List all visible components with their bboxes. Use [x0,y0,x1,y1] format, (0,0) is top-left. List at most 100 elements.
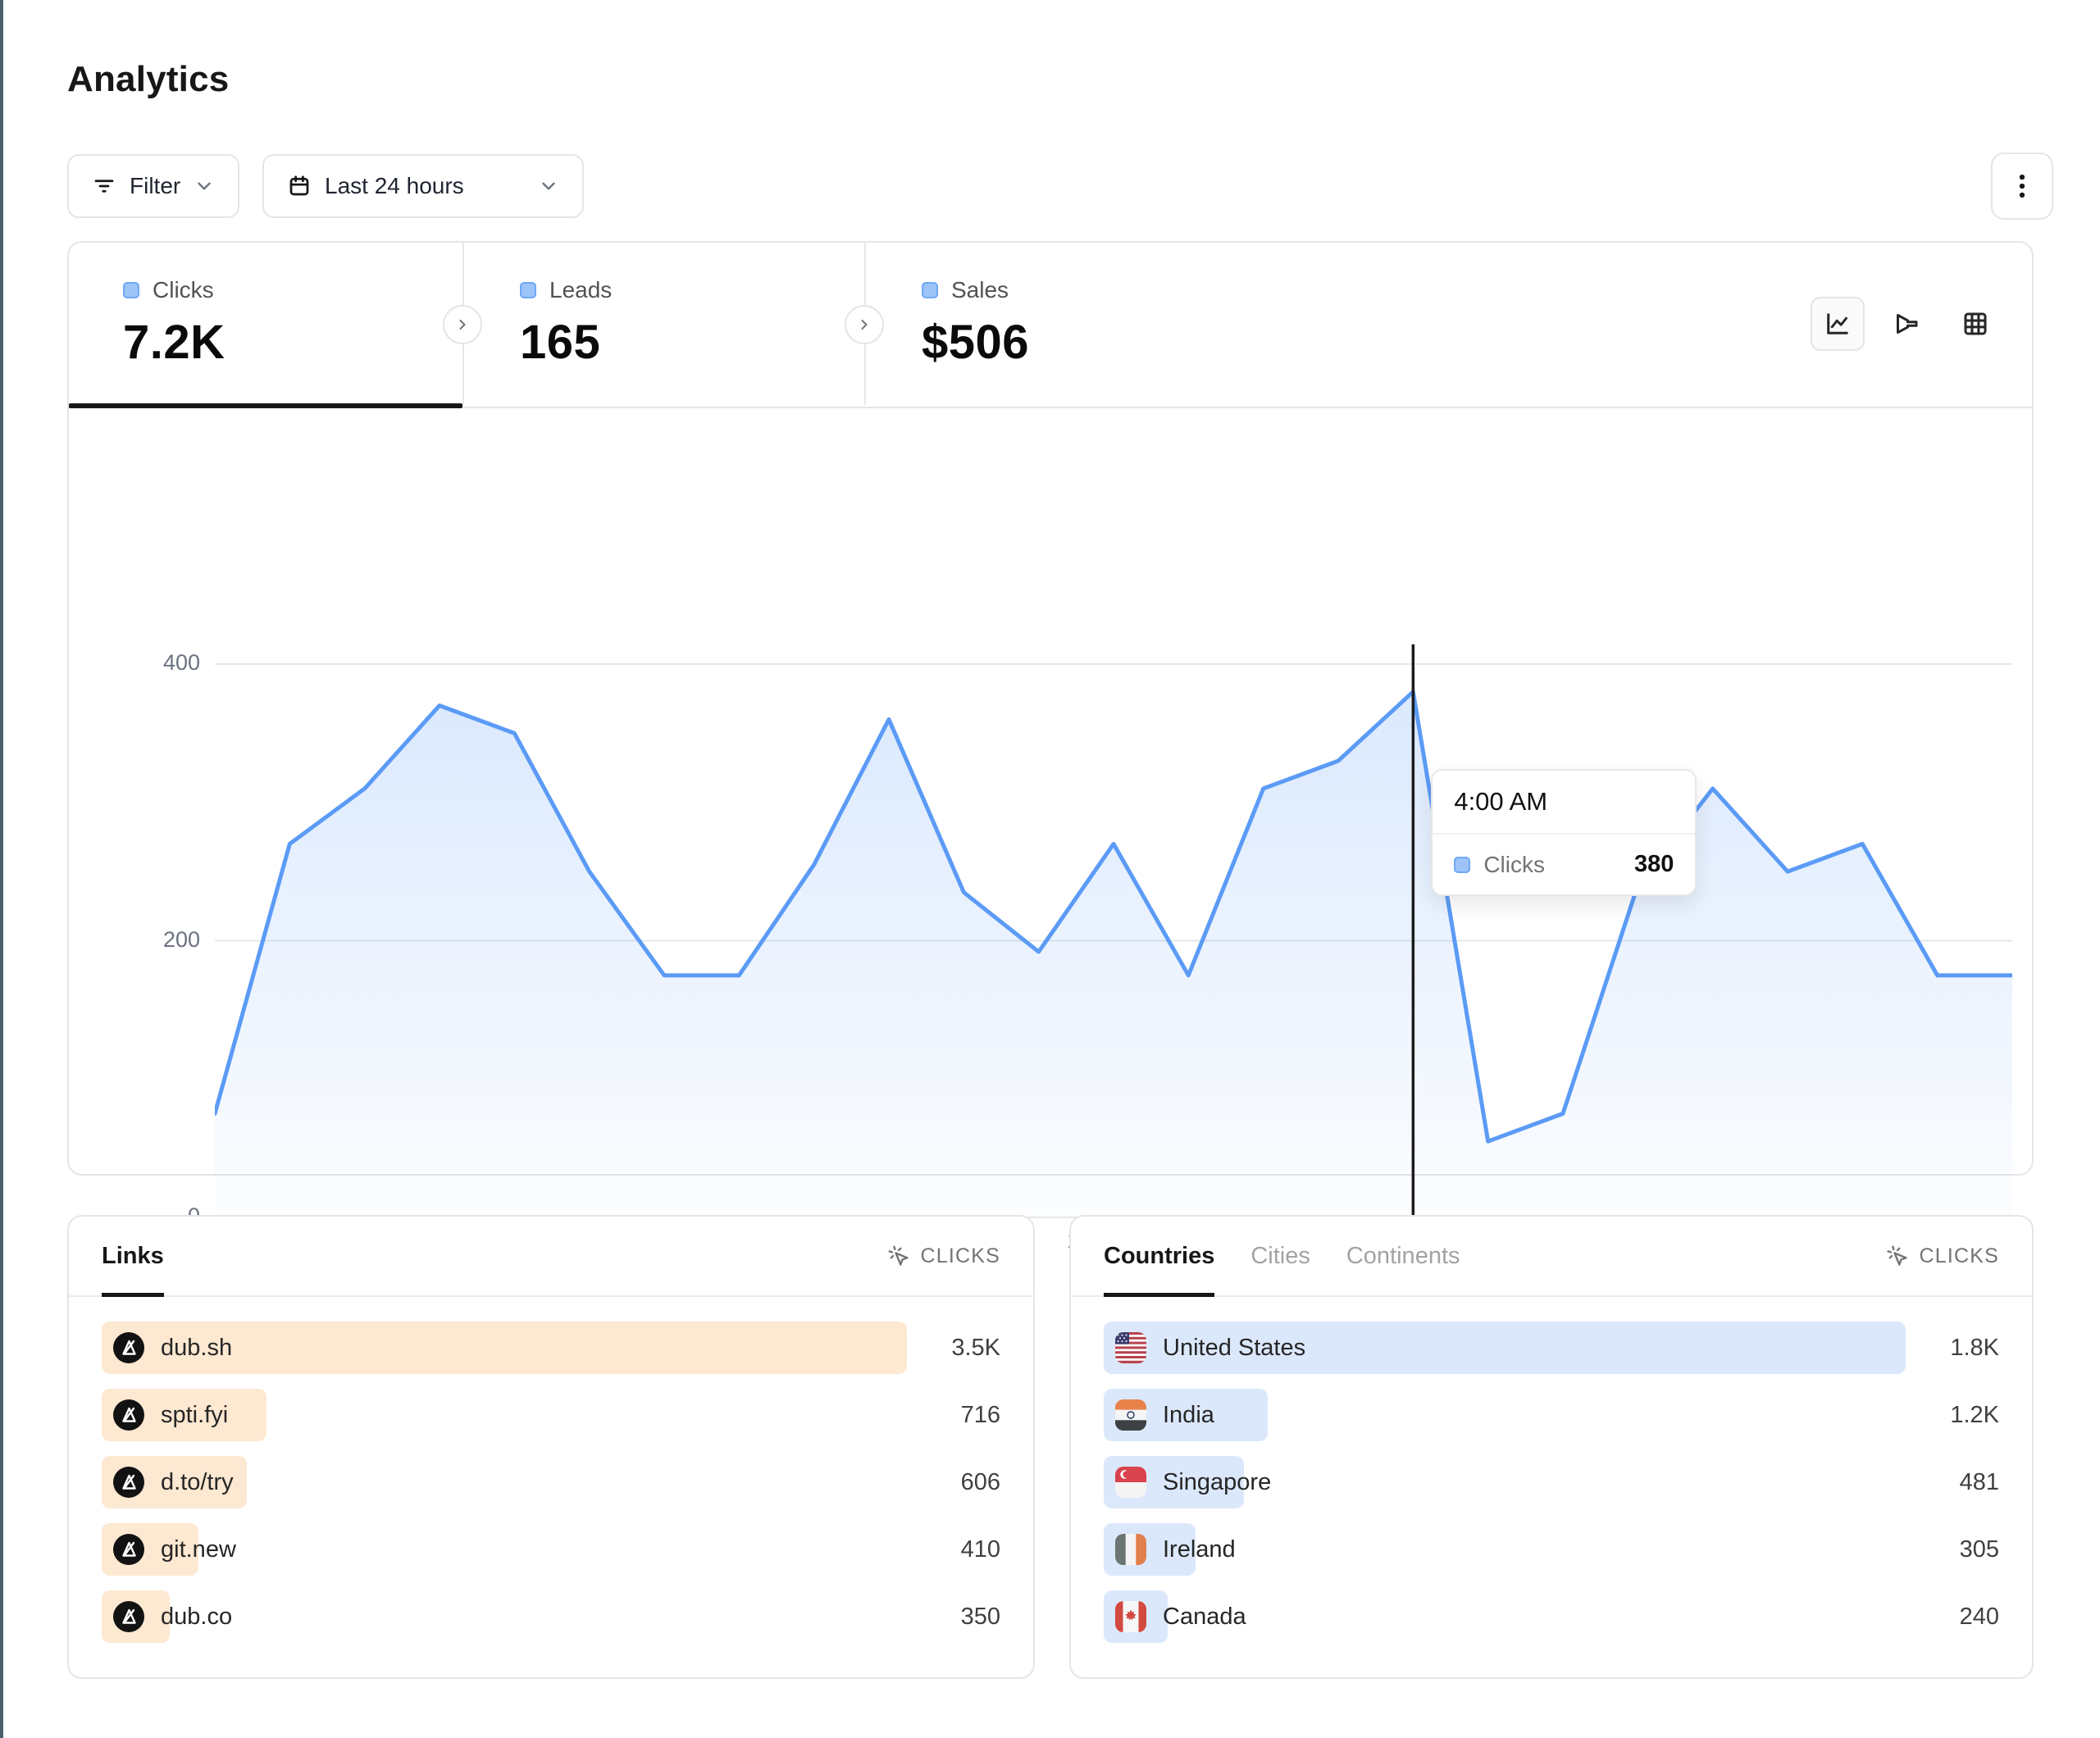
list-item-canada[interactable]: Canada 240 [1104,1590,1999,1643]
links-panel: Links CLICKS dub.sh 3.5K spti.fyi 716 [67,1215,1035,1679]
date-range-button[interactable]: Last 24 hours [262,154,584,218]
expand-leads-chevron[interactable] [845,305,884,344]
tooltip-time: 4:00 AM [1433,771,1695,835]
stat-tab-sales[interactable]: Sales $506 [864,243,1266,407]
flag-united-states [1115,1332,1146,1363]
page-title: Analytics [67,59,229,100]
chevron-down-icon [194,175,215,197]
list-item-git-new[interactable]: git.new 410 [102,1523,1000,1576]
row-label: git.new [161,1536,236,1563]
row-label: Singapore [1163,1469,1271,1496]
countries-tab-countries[interactable]: Countries [1104,1217,1214,1295]
y-axis-label: 200 [85,927,200,953]
row-value: 716 [928,1402,1000,1429]
dub-favicon [113,1601,144,1632]
filter-label: Filter [130,173,180,199]
filter-button[interactable]: Filter [67,154,239,218]
stat-label: Clicks [153,277,214,303]
row-value: 240 [1927,1604,1999,1631]
links-panel-tabs: Links [102,1217,164,1295]
bar-zone: Canada [1104,1590,1906,1643]
dub-favicon [113,1399,144,1431]
countries-rows: United States 1.8K India 1.2K Singapore … [1071,1297,2032,1643]
series-marker [922,282,938,298]
tooltip-value: 380 [1634,851,1674,878]
stat-tabs: Clicks 7.2K Leads 165 Sales $506 [69,243,2032,407]
bar-zone: d.to/try [102,1456,907,1508]
funnel-view-icon [1892,309,1921,339]
row-value: 410 [928,1536,1000,1563]
calendar-icon [287,174,312,198]
bar-zone: India [1104,1389,1906,1441]
bar-zone: United States [1104,1322,1906,1374]
list-item-singapore[interactable]: Singapore 481 [1104,1456,1999,1508]
stat-tabs-row: Clicks 7.2K Leads 165 Sales $506 [69,243,2032,408]
row-label: Ireland [1163,1536,1236,1563]
chart-view-toggles [1811,297,2002,351]
stat-tab-clicks[interactable]: Clicks 7.2K [69,243,462,407]
links-rows: dub.sh 3.5K spti.fyi 716 d.to/try 606 gi… [69,1297,1033,1643]
row-label: United States [1163,1335,1305,1362]
bar-zone: dub.sh [102,1322,907,1374]
countries-metric-label: CLICKS [1919,1244,1999,1268]
row-value: 305 [1927,1536,1999,1563]
chevron-down-icon [538,175,559,197]
stat-value: 165 [520,315,864,370]
clicks-area-chart[interactable] [215,630,2012,1230]
bar-zone: spti.fyi [102,1389,907,1441]
row-label: dub.co [161,1604,232,1631]
countries-metric[interactable]: CLICKS [1886,1244,1999,1268]
list-item-dub-sh[interactable]: dub.sh 3.5K [102,1322,1000,1374]
countries-tab-cities[interactable]: Cities [1250,1217,1310,1295]
list-item-united-states[interactable]: United States 1.8K [1104,1322,1999,1374]
dub-favicon [113,1534,144,1565]
row-label: Canada [1163,1604,1246,1631]
filter-icon [92,174,116,198]
cursor-click-icon [1886,1244,1909,1267]
flag-canada [1115,1601,1146,1632]
row-label: India [1163,1402,1214,1429]
analytics-page: Analytics Filter Last 24 hours Clicks 7.… [0,0,2100,1738]
links-metric-label: CLICKS [920,1244,1000,1268]
flag-ireland [1115,1534,1146,1565]
row-label: d.to/try [161,1469,234,1496]
countries-tab-continents[interactable]: Continents [1346,1217,1460,1295]
links-tab-links[interactable]: Links [102,1217,164,1295]
table-view-button[interactable] [1948,297,2002,351]
stat-value: 7.2K [123,315,462,370]
list-item-india[interactable]: India 1.2K [1104,1389,1999,1441]
cursor-click-icon [887,1244,910,1267]
row-value: 1.2K [1927,1402,1999,1429]
row-label: spti.fyi [161,1402,228,1429]
series-marker [1454,857,1470,873]
row-value: 3.5K [928,1335,1000,1362]
stat-label: Leads [549,277,612,303]
list-item-dub-co[interactable]: dub.co 350 [102,1590,1000,1643]
chart-tooltip: 4:00 AM Clicks 380 [1431,769,1697,896]
bar-zone: dub.co [102,1590,907,1643]
left-accent-border [0,0,3,1738]
flag-india [1115,1399,1146,1431]
bar-zone: git.new [102,1523,907,1576]
bar-zone: Ireland [1104,1523,1906,1576]
tooltip-series-label: Clicks [1483,852,1545,878]
stat-label: Sales [951,277,1009,303]
list-item-spti-fyi[interactable]: spti.fyi 716 [102,1389,1000,1441]
analytics-card: Clicks 7.2K Leads 165 Sales $506 4002000… [67,241,2034,1176]
countries-panel: Countries Cities Continents CLICKS United … [1069,1215,2034,1679]
dub-favicon [113,1332,144,1363]
series-marker [520,282,536,298]
stat-tab-leads[interactable]: Leads 165 [462,243,864,407]
funnel-view-button[interactable] [1879,297,1934,351]
list-item-d-to-try[interactable]: d.to/try 606 [102,1456,1000,1508]
list-item-ireland[interactable]: Ireland 305 [1104,1523,1999,1576]
expand-clicks-chevron[interactable] [443,305,482,344]
links-metric[interactable]: CLICKS [887,1244,1000,1268]
more-menu-button[interactable] [1991,152,2053,220]
flag-singapore [1115,1467,1146,1498]
row-value: 481 [1927,1469,1999,1496]
area-fill [215,692,2012,1217]
row-value: 606 [928,1469,1000,1496]
line-chart-view-button[interactable] [1811,297,1865,351]
chart-region[interactable]: 4002000 4:00 PM8:00 PM12:00 AM4:00 AM8:0… [69,408,2032,1177]
